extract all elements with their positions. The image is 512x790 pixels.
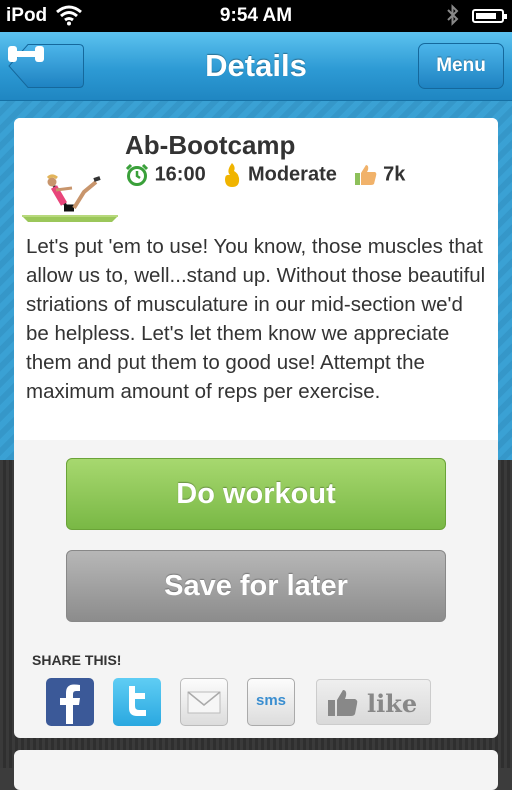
save-for-later-button[interactable]: Save for later [66,550,446,622]
next-card [14,750,498,790]
navigation-bar: Details Menu [0,32,512,101]
flame-icon [225,163,240,187]
workout-meta: 16:00 Moderate 7k [125,162,405,188]
like-label: like [367,689,418,718]
status-bar: iPod 9:54 AM [0,0,512,32]
thumbs-up-icon [354,165,376,185]
twitter-share-button[interactable] [113,678,161,726]
sms-label: sms [255,692,287,709]
workout-thumbnail [22,138,118,228]
likes-count: 7k [383,163,406,186]
facebook-share-button[interactable] [46,678,94,726]
like-button[interactable]: like [316,679,431,725]
facebook-icon [60,684,80,724]
duration-value: 16:00 [154,163,206,186]
like-thumb-icon [328,690,358,716]
clock: 9:54 AM [219,5,293,26]
email-share-button[interactable] [180,678,228,726]
menu-button[interactable]: Menu [418,43,504,89]
workout-title: Ab-Bootcamp [125,130,296,160]
sms-share-button[interactable]: sms [247,678,295,726]
bluetooth-icon [447,4,459,26]
alarm-clock-icon [125,163,149,186]
workout-details-card: Ab-Bootcamp 16:00 Moderate 7k Let's put … [14,118,498,738]
difficulty-value: Moderate [247,163,337,186]
workout-description: Let's put 'em to use! You know, those mu… [26,235,486,403]
envelope-icon [187,691,221,714]
share-label: SHARE THIS! [32,652,122,668]
do-workout-button[interactable]: Do workout [66,458,446,530]
battery-icon [472,9,507,23]
twitter-icon [129,686,146,716]
